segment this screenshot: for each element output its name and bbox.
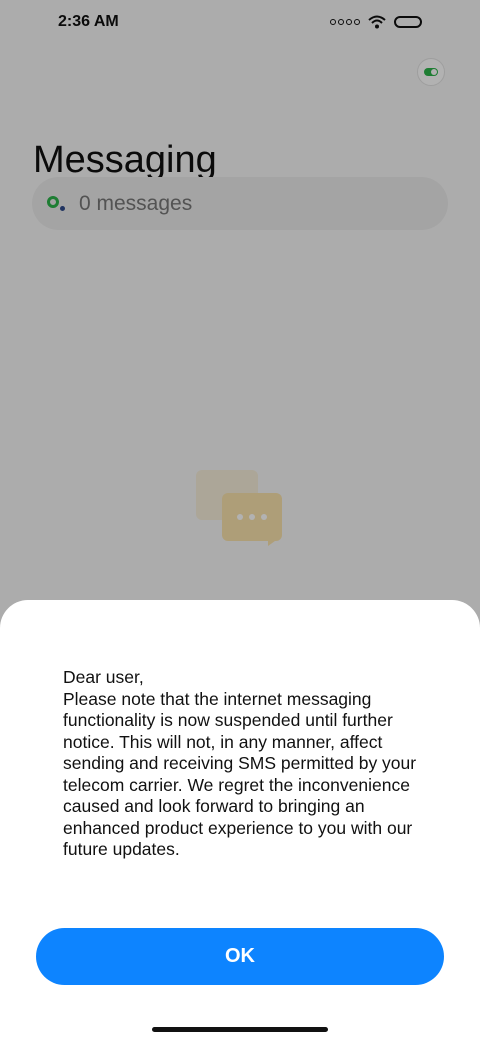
- dialog-message: Dear user, Please note that the internet…: [63, 667, 417, 859]
- navigation-bar: [0, 1020, 480, 1040]
- home-indicator[interactable]: [152, 1027, 328, 1032]
- ok-button[interactable]: OK: [36, 928, 444, 985]
- notice-dialog: Dear user, Please note that the internet…: [0, 600, 480, 1020]
